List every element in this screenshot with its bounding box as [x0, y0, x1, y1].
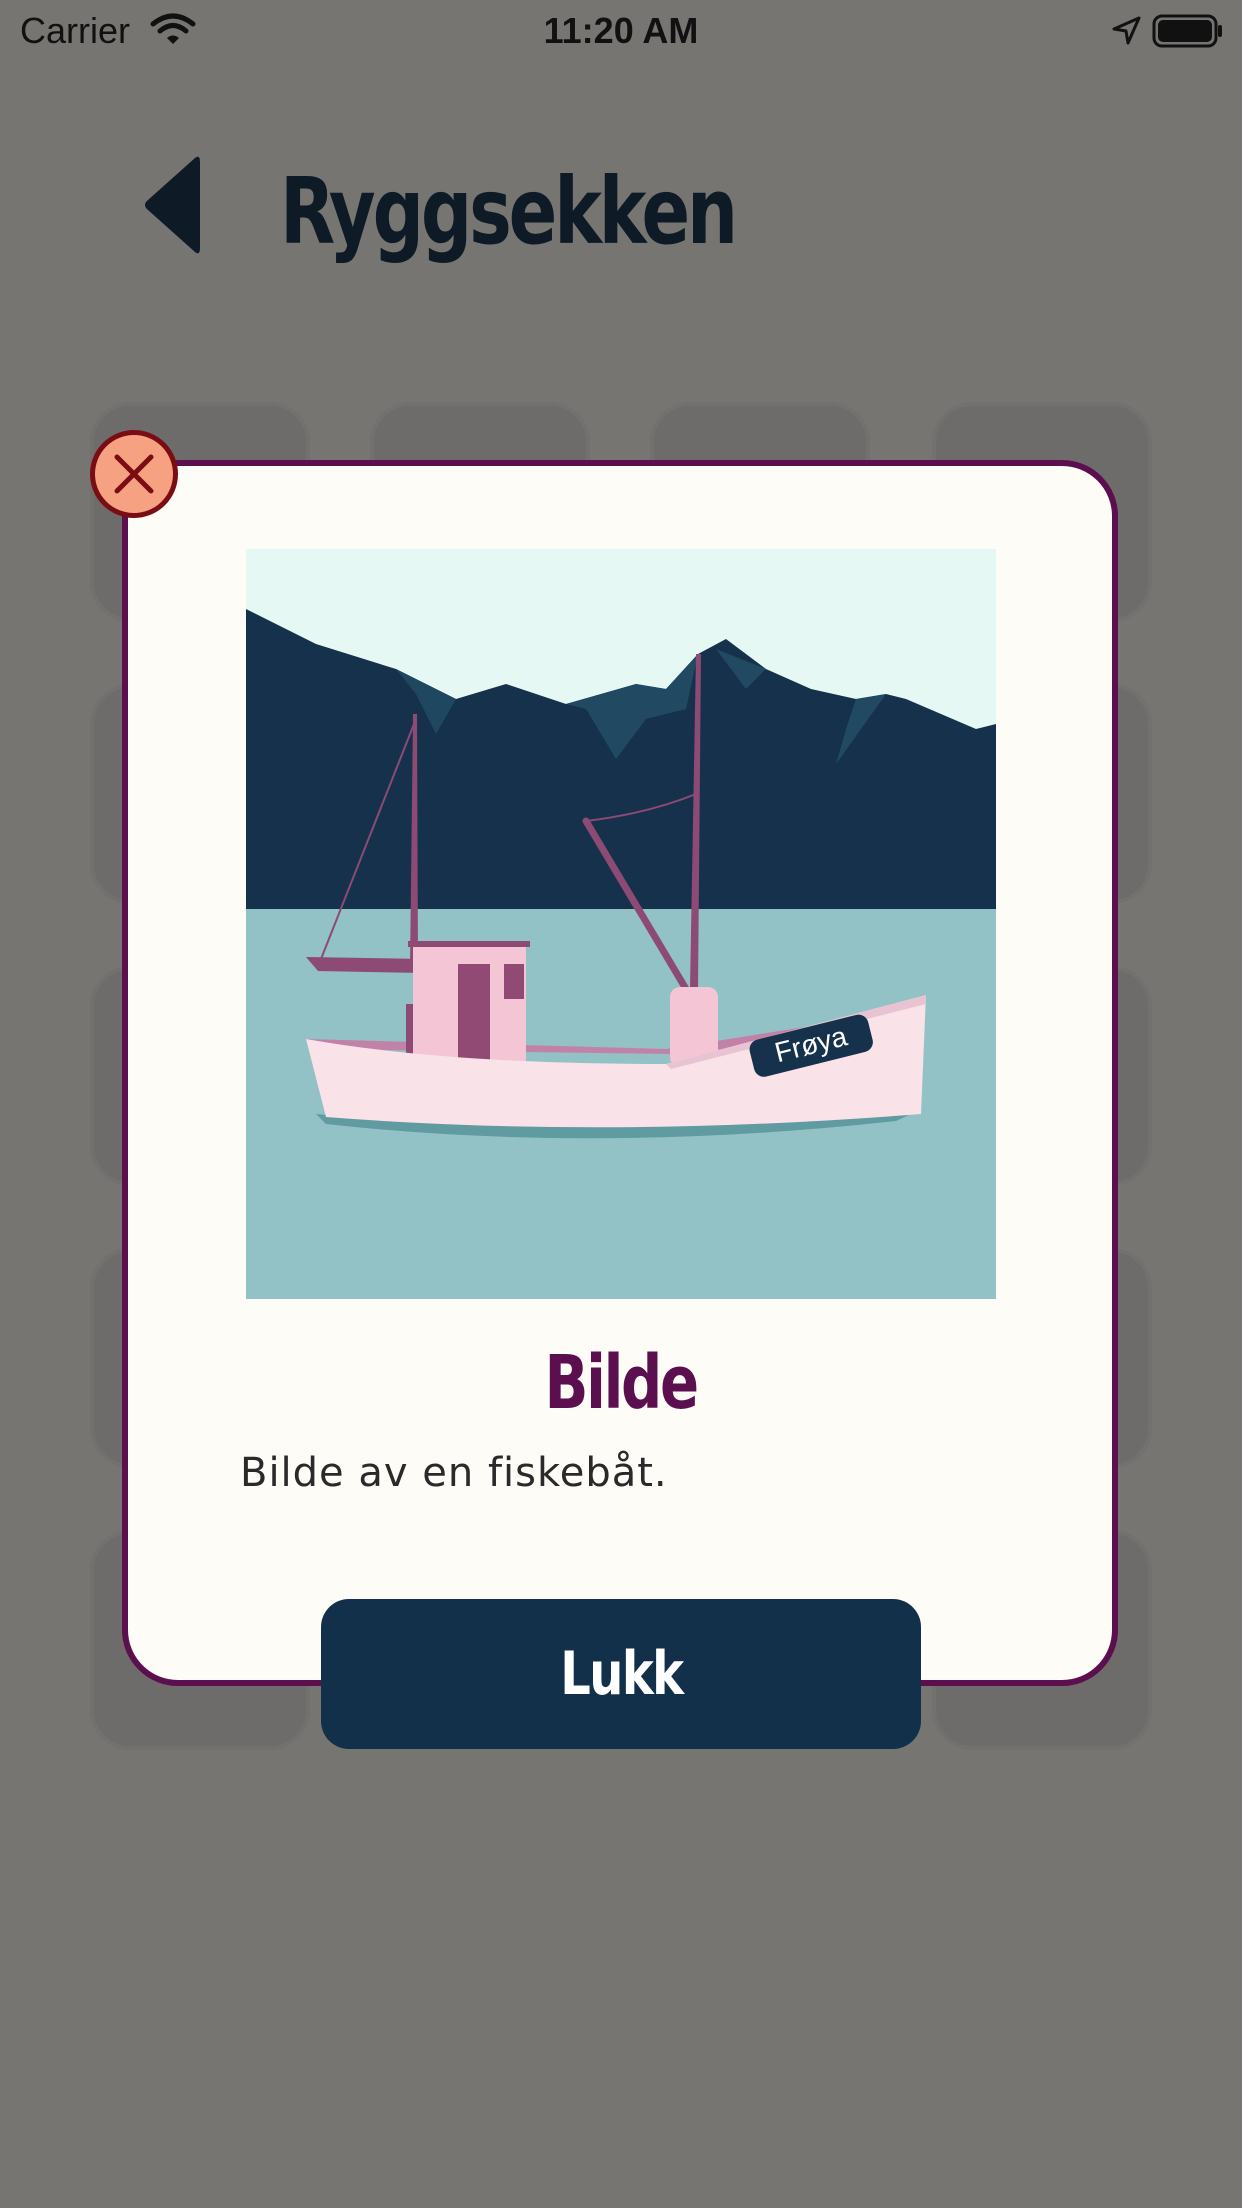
status-bar: Carrier 11:20 AM	[0, 0, 1242, 60]
clock: 11:20 AM	[543, 10, 699, 51]
back-button[interactable]	[140, 150, 210, 260]
item-description: Bilde av en fiskebåt.	[240, 1450, 668, 1496]
header: Ryggsekken	[0, 120, 1242, 290]
back-arrow-icon	[145, 156, 200, 254]
page-title: Ryggsekken	[280, 158, 738, 265]
close-modal-button[interactable]	[90, 430, 178, 518]
close-x-icon	[114, 454, 154, 494]
fishing-boat-illustration: Frøya	[246, 549, 996, 1299]
close-button-label: Lukk	[559, 1639, 684, 1709]
close-button[interactable]: Lukk	[321, 1599, 921, 1749]
location-arrow-icon	[1110, 14, 1142, 56]
item-title: Bilde	[544, 1340, 700, 1426]
battery-icon	[1152, 14, 1224, 57]
